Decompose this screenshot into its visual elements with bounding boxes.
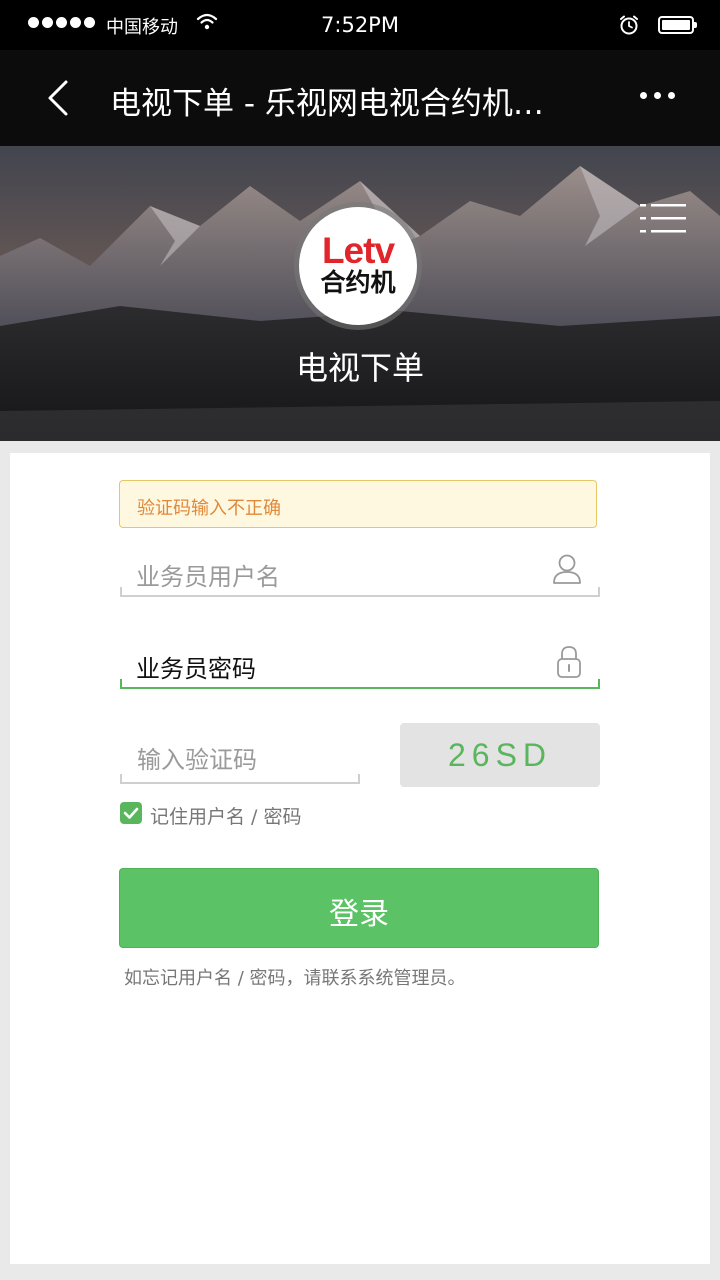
captcha-placeholder: 输入验证码: [137, 746, 257, 774]
captcha-input[interactable]: 输入验证码: [120, 736, 360, 784]
password-input[interactable]: 业务员密码: [120, 645, 600, 689]
battery-icon: [658, 16, 697, 34]
login-button-label: 登录: [329, 897, 389, 932]
username-input[interactable]: 业务员用户名: [120, 553, 600, 597]
nav-bar: 电视下单 - 乐视网电视合约机…: [0, 50, 720, 146]
more-icon[interactable]: [640, 92, 675, 99]
login-button[interactable]: 登录: [119, 868, 599, 948]
status-bar: 中国移动 7:52PM: [0, 0, 720, 50]
logo-text-letv: Letv: [321, 230, 395, 271]
lock-icon: [557, 646, 581, 678]
forgot-hint: 如忘记用户名 / 密码，请联系系统管理员。: [124, 968, 466, 989]
username-placeholder: 业务员用户名: [136, 563, 280, 591]
error-banner: 验证码输入不正确: [119, 480, 597, 528]
remember-label: 记住用户名 / 密码: [150, 806, 302, 828]
status-time: 7:52PM: [321, 13, 399, 37]
captcha-image[interactable]: 26SD: [400, 723, 600, 787]
alarm-icon: [620, 15, 638, 35]
logo-text-contract: 合约机: [320, 268, 396, 297]
nav-title: 电视下单 - 乐视网电视合约机…: [110, 86, 544, 122]
hero-banner: Letv 合约机 电视下单: [0, 146, 720, 441]
menu-icon[interactable]: [640, 204, 686, 234]
password-value: 业务员密码: [136, 655, 256, 683]
captcha-code: 26SD: [447, 737, 553, 773]
back-icon[interactable]: [44, 78, 72, 118]
hero-title: 电视下单: [295, 349, 424, 387]
checkbox-checked-icon[interactable]: [120, 802, 142, 824]
user-icon: [553, 554, 581, 584]
error-message: 验证码输入不正确: [137, 498, 281, 519]
login-card: 验证码输入不正确 业务员用户名 业务员密码 输入验证码 26SD 记住用户名 /…: [10, 453, 710, 1264]
letv-logo: Letv 合约机: [299, 207, 417, 325]
